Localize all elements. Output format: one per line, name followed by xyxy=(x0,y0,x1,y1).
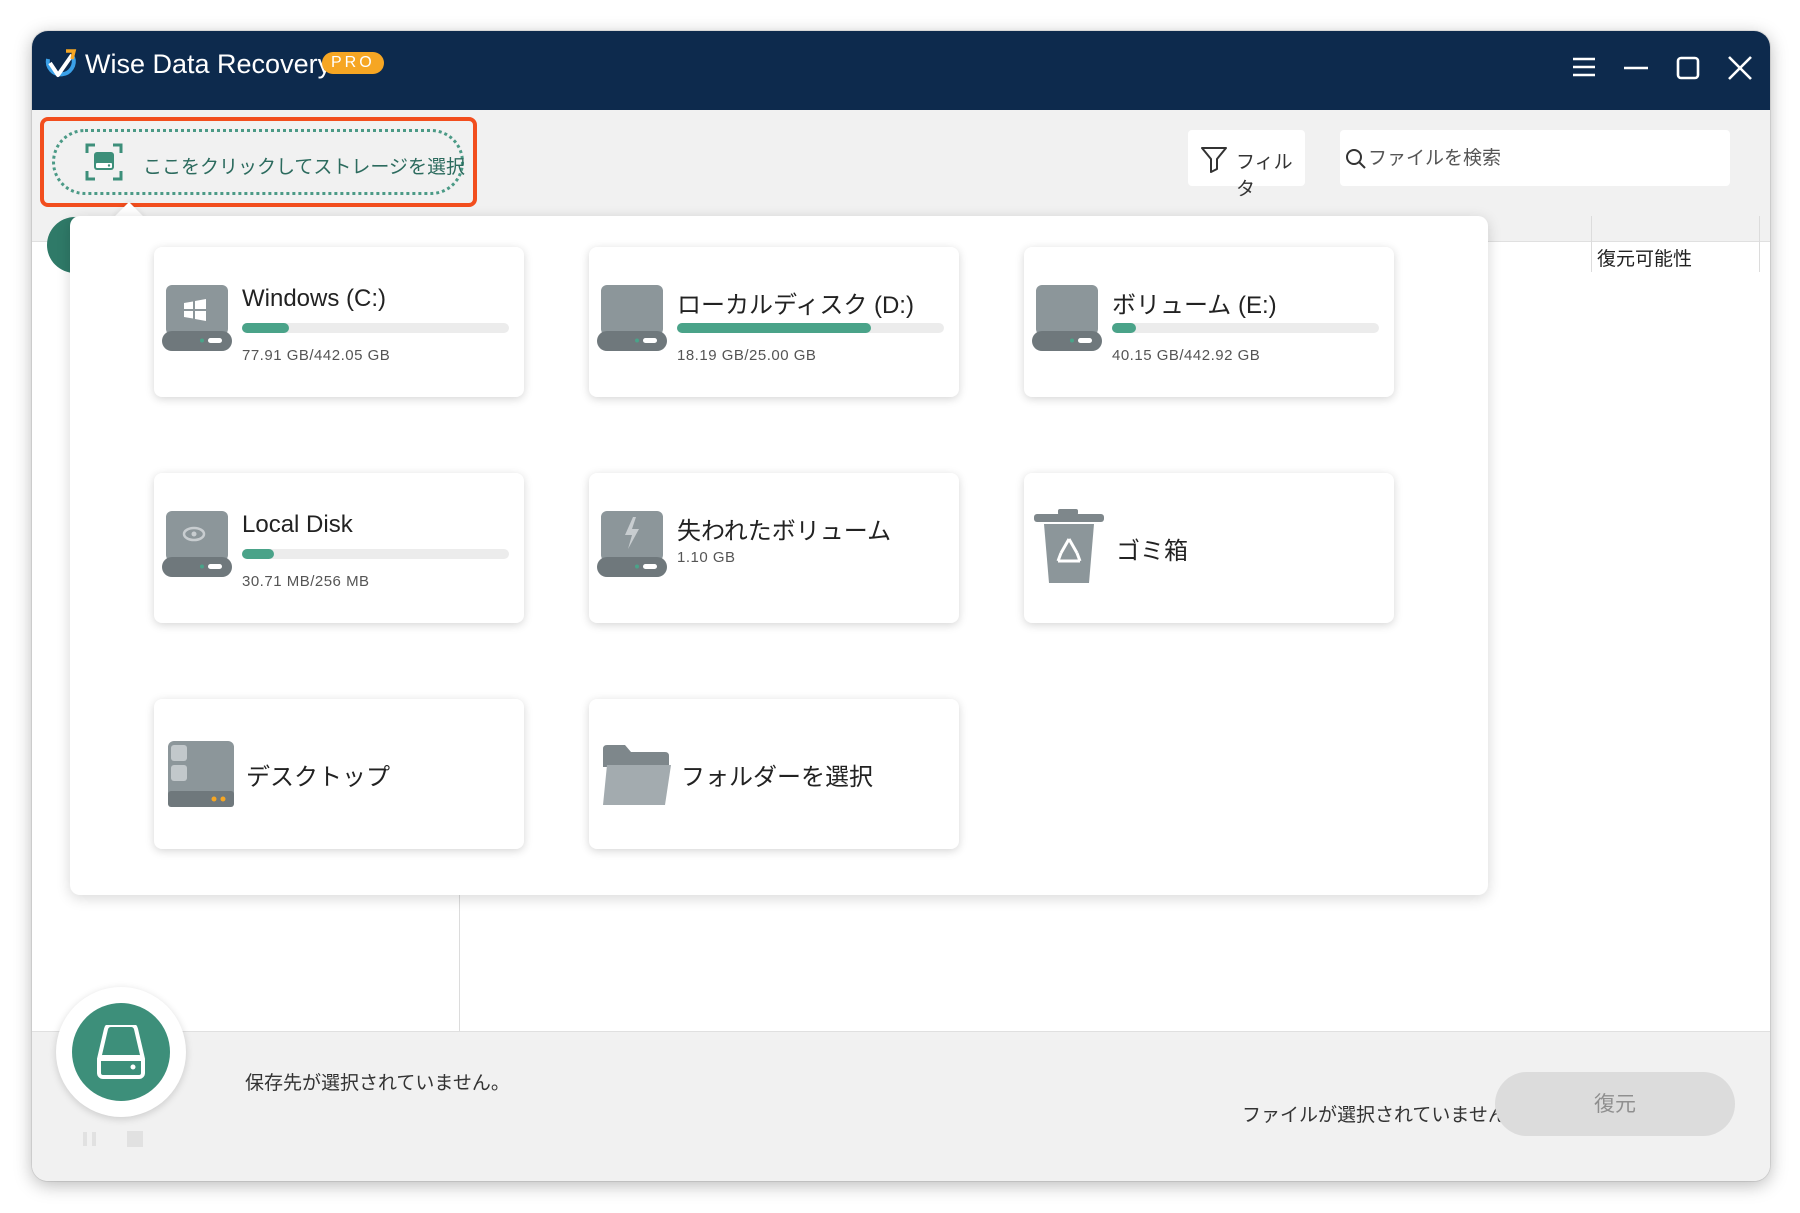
restore-button[interactable]: 復元 xyxy=(1495,1072,1735,1136)
storage-size: 40.15 GB/442.92 GB xyxy=(1112,347,1261,364)
storage-card-select-folder[interactable]: フォルダーを選択 xyxy=(589,699,959,849)
pause-icon[interactable] xyxy=(80,1129,100,1149)
storage-size: 77.91 GB/442.05 GB xyxy=(242,347,391,364)
storage-card-c[interactable]: Windows (C:) 77.91 GB/442.05 GB xyxy=(154,247,524,397)
destination-button[interactable] xyxy=(56,987,186,1117)
app-logo-icon xyxy=(45,49,77,77)
filter-button[interactable]: フィルタ xyxy=(1188,130,1305,200)
usage-bar xyxy=(677,323,944,333)
storage-dropdown: Windows (C:) 77.91 GB/442.05 GB ローカルディスク… xyxy=(70,216,1488,895)
column-divider xyxy=(1759,216,1760,272)
usage-bar-fill xyxy=(242,323,289,333)
storage-name: Local Disk xyxy=(242,511,353,538)
storage-name: ゴミ箱 xyxy=(1116,538,1188,565)
close-button[interactable] xyxy=(1720,48,1760,88)
hard-drive-icon xyxy=(162,511,232,577)
storage-card-recycle-bin[interactable]: ゴミ箱 xyxy=(1024,473,1394,623)
storage-name: Windows (C:) xyxy=(242,285,387,312)
storage-card-e[interactable]: ボリューム (E:) 40.15 GB/442.92 GB xyxy=(1024,247,1394,397)
destination-button-inner xyxy=(72,1003,170,1101)
storage-card-lost-volume[interactable]: 失われたボリューム 1.10 GB xyxy=(589,473,959,623)
usage-bar xyxy=(1112,323,1379,333)
search-input[interactable] xyxy=(1368,143,1708,173)
storage-name: フォルダーを選択 xyxy=(681,764,873,791)
storage-select-label: ここをクリックしてストレージを選択 xyxy=(143,156,466,178)
column-divider xyxy=(1591,216,1592,272)
filter-icon xyxy=(1201,147,1227,173)
storage-size: 18.19 GB/25.00 GB xyxy=(677,347,817,364)
minimize-icon xyxy=(1624,66,1648,70)
pane-divider xyxy=(459,893,460,1031)
app-title: Wise Data Recovery xyxy=(85,49,332,79)
hard-drive-icon xyxy=(597,285,667,351)
search-icon xyxy=(1346,149,1366,169)
storage-name: デスクトップ xyxy=(246,764,390,791)
pro-badge: PRO xyxy=(322,52,384,74)
hard-drive-icon xyxy=(1032,285,1102,351)
app-window: Wise Data Recovery PRO ここをクリックしてストレージを選択… xyxy=(32,31,1770,1181)
menu-icon xyxy=(1573,57,1595,77)
desktop-icon xyxy=(168,741,234,807)
storage-size: 1.10 GB xyxy=(677,549,736,566)
drive-icon xyxy=(97,1025,145,1079)
storage-select-button[interactable]: ここをクリックしてストレージを選択 xyxy=(52,129,466,195)
usage-bar-fill xyxy=(242,549,275,559)
filter-label: フィルタ xyxy=(1236,151,1293,200)
storage-card-d[interactable]: ローカルディスク (D:) 18.19 GB/25.00 GB xyxy=(589,247,959,397)
usage-bar xyxy=(242,323,509,333)
maximize-button[interactable] xyxy=(1668,48,1708,88)
storage-card-local-disk[interactable]: Local Disk 30.71 MB/256 MB xyxy=(154,473,524,623)
bottom-bar: 保存先が選択されていません。 ファイルが選択されていません。 復元 xyxy=(32,987,1770,1181)
destination-status: 保存先が選択されていません。 xyxy=(245,1072,510,1094)
menu-button[interactable] xyxy=(1564,48,1604,88)
windows-drive-icon xyxy=(162,285,232,351)
usage-bar-fill xyxy=(677,323,872,333)
minimize-button[interactable] xyxy=(1616,48,1656,88)
maximize-icon xyxy=(1676,56,1700,80)
title-bar: Wise Data Recovery PRO xyxy=(32,31,1770,110)
storage-name: ボリューム (E:) xyxy=(1112,292,1277,319)
folder-icon xyxy=(603,745,671,805)
usage-bar xyxy=(242,549,509,559)
close-icon xyxy=(1728,56,1752,80)
storage-name: 失われたボリューム xyxy=(677,518,892,545)
storage-select-highlight: ここをクリックしてストレージを選択 xyxy=(40,117,477,207)
storage-name: ローカルディスク (D:) xyxy=(677,292,914,319)
storage-card-desktop[interactable]: デスクトップ xyxy=(154,699,524,849)
stop-icon[interactable] xyxy=(125,1129,145,1149)
lost-volume-icon xyxy=(597,511,667,577)
recycle-bin-icon xyxy=(1034,509,1104,583)
drive-scan-icon xyxy=(85,143,123,181)
storage-size: 30.71 MB/256 MB xyxy=(242,573,370,590)
usage-bar-fill xyxy=(1112,323,1137,333)
column-header-recoverability[interactable]: 復元可能性 xyxy=(1597,244,1692,271)
selection-status: ファイルが選択されていません。 xyxy=(1242,1104,1526,1126)
search-box xyxy=(1340,130,1730,186)
